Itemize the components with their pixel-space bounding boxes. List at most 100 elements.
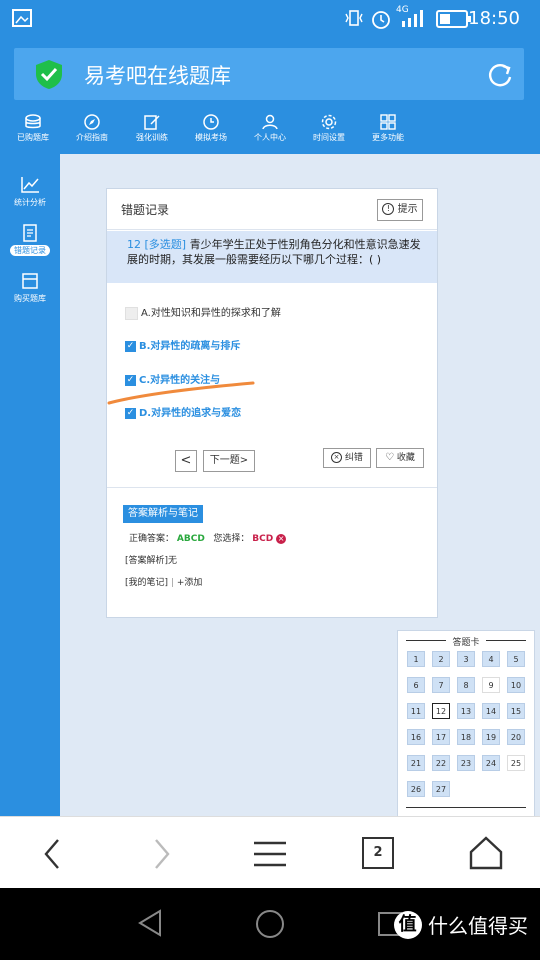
nav-item-training[interactable]: 强化训练 <box>122 110 182 154</box>
question-cell[interactable]: 22 <box>432 755 450 771</box>
question-cell[interactable]: 27 <box>432 781 450 797</box>
info-icon: ! <box>382 203 395 215</box>
wrong-question-card: 错题记录 ! 提示 12 [多选题] 青少年学生正处于性别角色分化和性意识急速发… <box>106 188 438 618</box>
address-bar[interactable]: 易考吧在线题库 <box>14 48 524 100</box>
question-type: [多选题] <box>144 238 187 251</box>
nav-item-purchased-bank[interactable]: 已购题库 <box>3 110 63 154</box>
chevron-left-icon: < <box>180 453 192 468</box>
question-cell[interactable]: 23 <box>457 755 475 771</box>
report-error-button[interactable]: × 纠错 <box>323 448 371 468</box>
next-question-button[interactable]: 下一题> <box>203 450 255 472</box>
question-cell[interactable]: 10 <box>507 677 525 693</box>
option-text: A.对性知识和异性的探求和了解 <box>141 308 281 319</box>
collect-label: 收藏 <box>396 453 415 463</box>
battery-icon <box>436 10 471 28</box>
next-label: 下一题 <box>209 455 240 466</box>
system-nav-bar: 值 什么值得买 <box>0 888 540 960</box>
nav-item-guide[interactable]: 介绍指南 <box>62 110 122 154</box>
sidebar-item-label: 统计分析 <box>14 198 46 207</box>
question-cell[interactable]: 16 <box>407 729 425 745</box>
question-cell[interactable]: 8 <box>457 677 475 693</box>
question-grid: 1 2 3 4 5 6 7 8 9 10 11 12 13 14 15 16 17 18 19 20 21 22 23 24 2… <box>398 631 534 817</box>
card-header: 错题记录 ! 提示 <box>107 189 437 230</box>
notes-label: [我的笔记] <box>125 578 169 588</box>
nav-item-mock-exam[interactable]: 模拟考场 <box>181 110 241 154</box>
question-cell[interactable]: 26 <box>407 781 425 797</box>
compass-icon <box>84 114 100 130</box>
checkbox-unchecked[interactable] <box>125 306 138 320</box>
nav-item-personal[interactable]: 个人中心 <box>240 110 300 154</box>
question-cell[interactable]: 19 <box>482 729 500 745</box>
nav-item-label: 已购题库 <box>17 133 49 142</box>
question-cell[interactable]: 17 <box>432 729 450 745</box>
highlight-stroke <box>107 381 255 405</box>
user-icon <box>262 114 278 130</box>
tabs-button[interactable]: 2 <box>362 837 394 869</box>
collect-button[interactable]: ♡ 收藏 <box>376 448 424 468</box>
refresh-icon[interactable] <box>486 61 514 89</box>
nav-item-time-settings[interactable]: 时间设置 <box>299 110 359 154</box>
back-arrow-icon[interactable] <box>40 837 64 871</box>
hint-label: 提示 <box>397 204 418 215</box>
checkbox-checked-icon[interactable]: ✓ <box>125 407 136 419</box>
chosen-answer-value: BCD <box>252 534 274 544</box>
signal-icon <box>402 10 423 27</box>
analysis-tab[interactable]: 答案解析与笔记 <box>123 505 203 523</box>
tab-count: 2 <box>373 845 383 860</box>
sidebar: 统计分析 错题记录 购买题库 <box>0 154 60 816</box>
question-cell[interactable]: 24 <box>482 755 500 771</box>
nav-home-icon[interactable] <box>254 908 286 940</box>
sidebar-item-statistics[interactable]: 统计分析 <box>0 176 60 208</box>
watermark-badge-icon: 值 <box>393 910 422 939</box>
question-cell[interactable]: 3 <box>457 651 475 667</box>
edit-icon <box>144 115 160 130</box>
option-a[interactable]: A.对性知识和异性的探求和了解 <box>125 304 281 320</box>
question-cell[interactable]: 18 <box>457 729 475 745</box>
shield-check-icon <box>36 60 62 89</box>
page-title: 易考吧在线题库 <box>84 64 231 88</box>
store-icon <box>22 273 38 289</box>
sidebar-item-wrong-records[interactable]: 错题记录 <box>0 224 60 256</box>
question-cell[interactable]: 11 <box>407 703 425 719</box>
menu-icon[interactable] <box>252 839 288 869</box>
database-icon <box>25 114 41 129</box>
add-note-link[interactable]: +添加 <box>177 578 203 588</box>
vibrate-icon <box>345 10 363 26</box>
divider <box>107 487 437 488</box>
checkbox-checked-icon[interactable]: ✓ <box>125 340 136 352</box>
question-cell[interactable]: 20 <box>507 729 525 745</box>
prev-question-button[interactable]: < <box>175 450 197 472</box>
heart-icon: ♡ <box>385 452 395 463</box>
image-icon <box>12 9 32 27</box>
option-text: B.对异性的疏离与排斥 <box>139 341 241 352</box>
question-cell[interactable]: 4 <box>482 651 500 667</box>
question-cell[interactable]: 1 <box>407 651 425 667</box>
hint-button[interactable]: ! 提示 <box>377 199 423 221</box>
answer-summary: 正确答案： ABCD 您选择： BCD × <box>129 531 287 544</box>
question-stem: 12 [多选题] 青少年学生正处于性别角色分化和性意识急速发展的时期，其发展一般… <box>107 231 437 283</box>
clock-icon <box>203 114 219 130</box>
question-cell[interactable]: 2 <box>432 651 450 667</box>
browser-bottom-bar: 2 <box>0 816 540 889</box>
nav-item-label: 介绍指南 <box>76 133 108 142</box>
question-cell[interactable]: 12 <box>432 703 450 719</box>
nav-item-more[interactable]: 更多功能 <box>358 110 418 154</box>
answer-card-panel: 答题卡 1 2 3 4 5 6 7 8 9 10 11 12 13 14 15 16 17 18 19 20 21 22 2… <box>397 630 535 818</box>
nav-back-icon[interactable] <box>136 908 164 938</box>
home-icon[interactable] <box>468 835 504 871</box>
question-cell[interactable]: 21 <box>407 755 425 771</box>
question-cell[interactable]: 13 <box>457 703 475 719</box>
chevron-right-icon: > <box>239 455 249 466</box>
question-cell[interactable]: 15 <box>507 703 525 719</box>
option-b[interactable]: ✓ B.对异性的疏离与排斥 <box>125 337 240 352</box>
question-cell[interactable]: 14 <box>482 703 500 719</box>
question-number: 12 <box>127 238 141 251</box>
question-cell[interactable]: 25 <box>507 755 525 771</box>
forward-arrow-icon[interactable] <box>150 837 174 871</box>
question-cell[interactable]: 6 <box>407 677 425 693</box>
question-cell[interactable]: 9 <box>482 677 500 693</box>
sidebar-item-buy-bank[interactable]: 购买题库 <box>0 272 60 304</box>
question-cell[interactable]: 7 <box>432 677 450 693</box>
question-cell[interactable]: 5 <box>507 651 525 667</box>
wrong-mark-icon: × <box>276 533 287 544</box>
